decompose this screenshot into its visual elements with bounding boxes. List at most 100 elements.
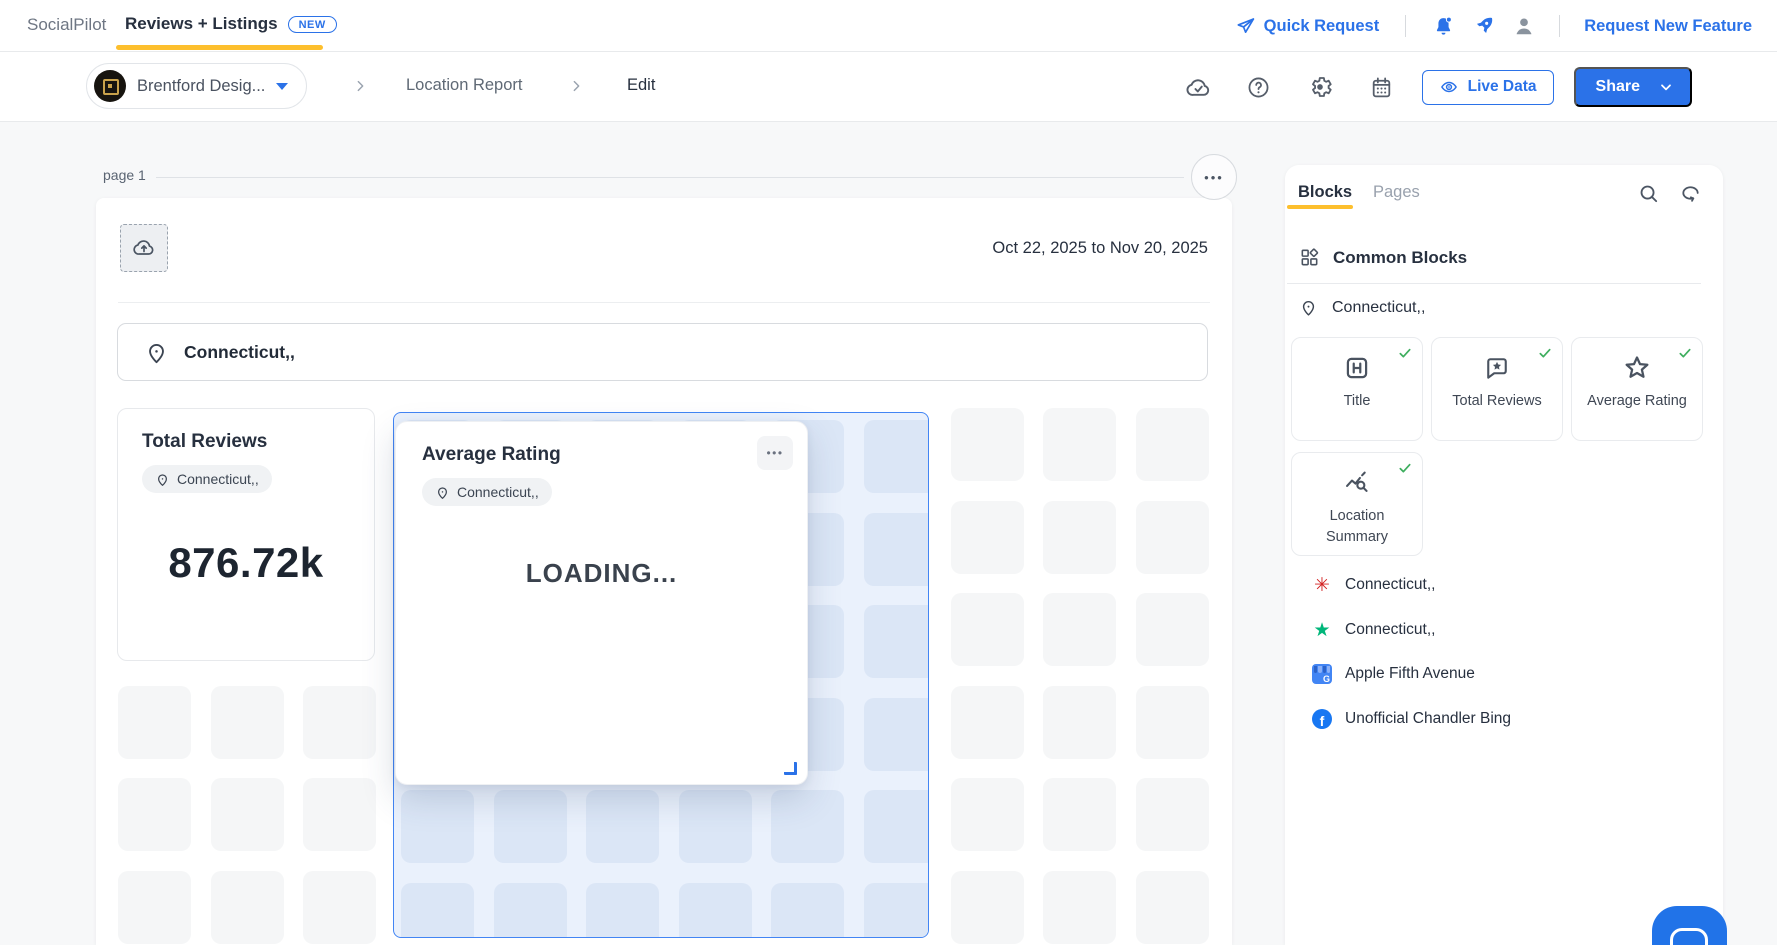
block-card-location-summary[interactable]: Location Summary [1291, 452, 1423, 556]
topbar-divider-2 [1559, 15, 1561, 37]
logo-upload-dropzone[interactable] [120, 224, 168, 272]
organization-name: Brentford Desig... [137, 76, 266, 95]
grid-placeholder [586, 790, 659, 863]
average-rating-widget[interactable]: Average Rating ••• Connecticut,, LOADING… [395, 421, 808, 785]
map-pin-icon [1299, 298, 1318, 317]
grid-placeholder [1135, 593, 1209, 666]
share-label: Share [1595, 78, 1640, 95]
total-reviews-value: 876.72k [168, 539, 324, 586]
cloud-sync-icon[interactable] [1185, 74, 1212, 101]
breadcrumb-location-report[interactable]: Location Report [406, 76, 523, 95]
grid-placeholder [863, 790, 928, 863]
grid-placeholder [678, 882, 752, 937]
chat-launcher-button[interactable] [1652, 906, 1727, 945]
grid-placeholder [1135, 870, 1209, 944]
location-item-label: Unofficial Chandler Bing [1345, 710, 1512, 727]
tab-blocks[interactable]: Blocks [1298, 183, 1352, 202]
request-new-feature-link[interactable]: Request New Feature [1584, 17, 1752, 36]
topbar-divider-1 [1405, 15, 1407, 37]
calendar-icon[interactable] [1369, 75, 1394, 100]
grid-placeholder [1043, 778, 1116, 851]
grid-placeholder [210, 778, 284, 851]
search-icon[interactable] [1637, 182, 1660, 205]
grid-placeholder [118, 870, 191, 944]
location-item-facebook[interactable]: f Unofficial Chandler Bing [1312, 709, 1511, 729]
google-business-icon: G [1312, 664, 1332, 684]
chevron-down-icon [276, 82, 289, 90]
block-card-title[interactable]: Title [1291, 337, 1423, 441]
check-icon [1397, 345, 1413, 361]
location-chip: Connecticut,, [142, 465, 272, 493]
notifications-bell-icon[interactable] [1432, 15, 1455, 38]
breadcrumb-chevron-icon [568, 78, 584, 94]
grid-placeholder [118, 778, 191, 851]
star-outline-icon [1622, 353, 1652, 383]
grid-placeholder [950, 593, 1024, 666]
page-options-menu-button[interactable]: ••• [1191, 154, 1237, 200]
live-data-button[interactable]: Live Data [1421, 69, 1554, 105]
location-item-label: Apple Fifth Avenue [1345, 665, 1475, 682]
settings-gear-icon[interactable] [1307, 74, 1333, 100]
eye-icon [1439, 77, 1459, 97]
check-icon [1397, 460, 1413, 476]
app-root: SocialPilot Reviews + Listings NEW Quick… [0, 0, 1777, 945]
tab-pages[interactable]: Pages [1373, 183, 1420, 202]
grid-placeholder [950, 685, 1024, 759]
total-reviews-title: Total Reviews [142, 431, 268, 452]
yelp-icon: ✳ [1314, 574, 1330, 596]
total-reviews-widget[interactable]: Total Reviews Connecticut,, 876.72k [117, 408, 375, 661]
quick-request-button[interactable]: Quick Request [1264, 17, 1380, 36]
grid-placeholder [1043, 593, 1116, 666]
grid-placeholder [678, 790, 752, 863]
live-data-label: Live Data [1467, 78, 1537, 95]
common-blocks-header: Common Blocks [1299, 247, 1467, 268]
grid-placeholder [950, 408, 1024, 481]
block-card-total-reviews[interactable]: Total Reviews [1431, 337, 1563, 441]
brand-socialpilot[interactable]: SocialPilot [27, 15, 106, 35]
location-item-trustpilot[interactable]: ★ Connecticut,, [1312, 620, 1435, 640]
refresh-loop-icon[interactable] [1679, 182, 1702, 205]
grid-placeholder [210, 685, 284, 759]
average-rating-title: Average Rating [422, 444, 561, 465]
resize-handle[interactable] [784, 762, 797, 775]
sidebar-active-tab-underline [1287, 205, 1353, 209]
map-pin-icon [144, 340, 169, 365]
organization-avatar [94, 70, 126, 102]
widget-options-menu-button[interactable]: ••• [757, 436, 793, 470]
location-chip-label: Connecticut,, [457, 484, 539, 500]
location-item-google-business[interactable]: G Apple Fifth Avenue [1312, 664, 1475, 684]
organization-selector[interactable]: Brentford Desig... [86, 63, 308, 109]
check-icon [1537, 345, 1553, 361]
location-header-block[interactable]: Connecticut,, [117, 323, 1208, 381]
location-item-yelp[interactable]: ✳ Connecticut,, [1312, 575, 1435, 595]
canvas-divider [118, 302, 1210, 303]
location-header-label: Connecticut,, [184, 341, 295, 362]
tab-reviews-listings[interactable]: Reviews + Listings NEW [125, 14, 337, 34]
trustpilot-star-icon: ★ [1313, 619, 1331, 641]
help-icon[interactable] [1246, 75, 1271, 100]
grid-placeholder [771, 882, 844, 937]
toolbar-actions: Live Data Share [1185, 52, 1692, 122]
paper-plane-icon[interactable] [1235, 16, 1256, 37]
check-icon [1677, 345, 1693, 361]
map-pin-icon [435, 485, 450, 500]
report-toolbar: Brentford Desig... Location Report Edit [0, 52, 1777, 122]
block-card-label: Title [1343, 393, 1371, 409]
grid-placeholder [303, 778, 376, 851]
breadcrumb-edit[interactable]: Edit [627, 76, 655, 95]
rocket-icon[interactable] [1473, 15, 1495, 37]
topbar-actions: Quick Request Request New Feature [1235, 0, 1752, 52]
new-badge: NEW [287, 15, 337, 33]
grid-placeholder [1043, 870, 1116, 944]
block-card-average-rating[interactable]: Average Rating [1571, 337, 1703, 441]
location-group-header: Connecticut,, [1299, 298, 1425, 317]
grid-placeholder [210, 870, 284, 944]
user-profile-icon[interactable] [1513, 15, 1535, 37]
chart-search-icon [1343, 468, 1371, 498]
common-blocks-label: Common Blocks [1333, 247, 1468, 267]
page-label: page 1 [103, 167, 146, 183]
share-button[interactable]: Share [1573, 67, 1692, 107]
page-separator-line [156, 177, 1184, 178]
share-chevron-down-icon[interactable] [1640, 79, 1690, 95]
blocks-grid-icon [1299, 247, 1320, 268]
